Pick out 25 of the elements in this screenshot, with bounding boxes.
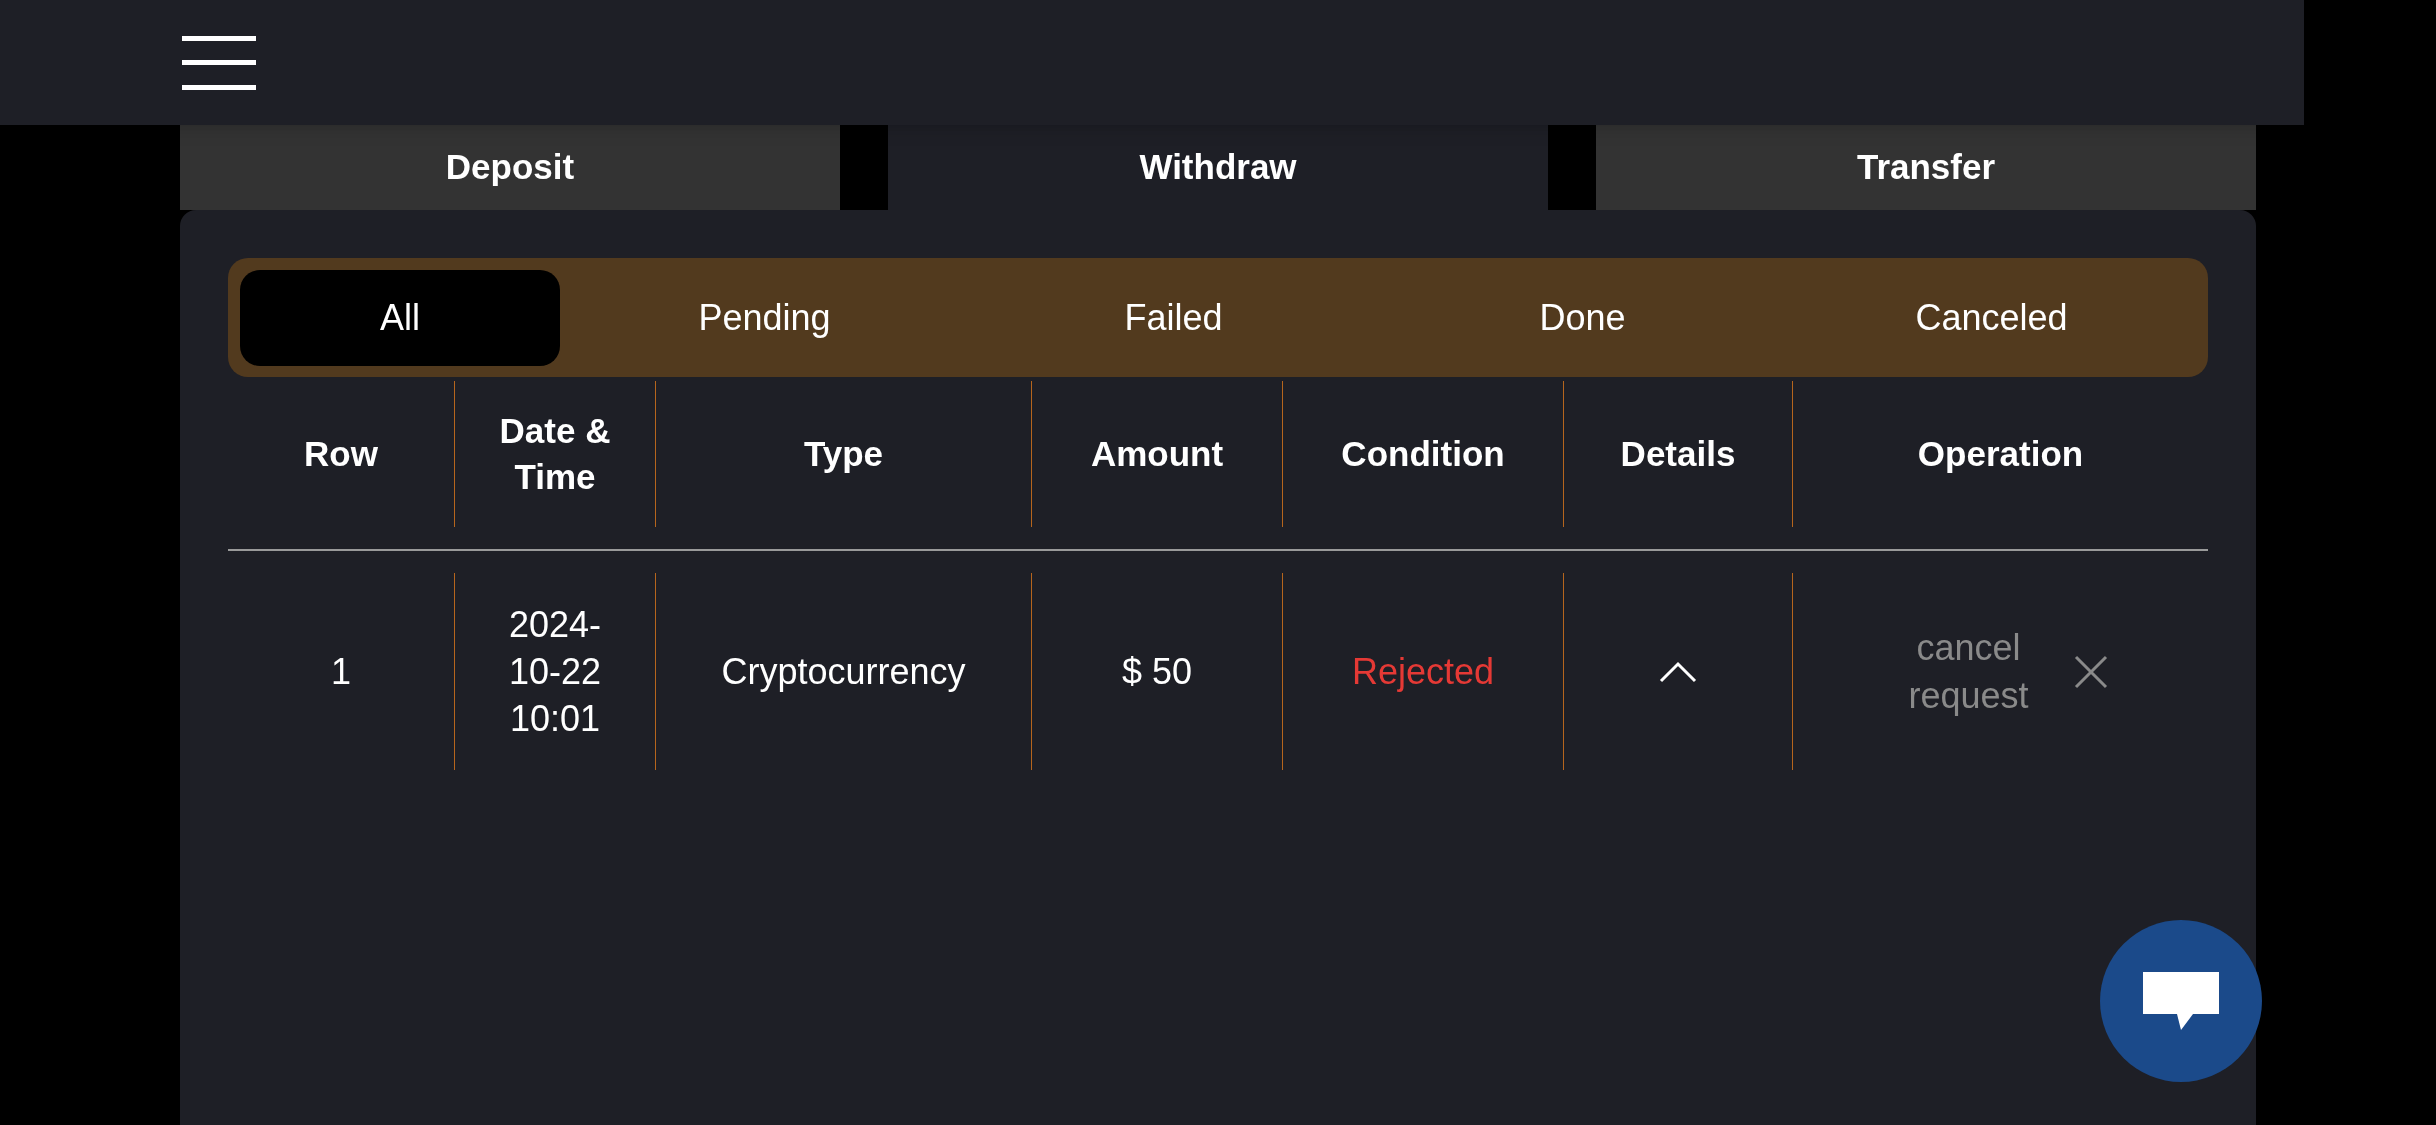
table-cell-text: Cryptocurrency: [721, 649, 966, 694]
chat-icon: [2141, 970, 2221, 1032]
filter-tab[interactable]: Canceled: [1787, 269, 2196, 366]
column-header: Row: [304, 433, 378, 475]
filter-tab[interactable]: Pending: [560, 269, 969, 366]
column-header: Amount: [1090, 433, 1224, 475]
main-tab[interactable]: Transfer: [1596, 125, 2256, 210]
column-header: Date & Time: [498, 410, 612, 498]
filter-tab[interactable]: Failed: [969, 269, 1378, 366]
filter-tab[interactable]: Done: [1378, 269, 1787, 366]
table-cell-text: 1: [331, 649, 351, 694]
table-cell-text: 2024-10-22 10:01: [507, 603, 603, 741]
cancel-request-link[interactable]: cancel request: [1893, 623, 2044, 720]
main-tab[interactable]: Withdraw: [888, 125, 1548, 210]
chevron-up-icon[interactable]: [1659, 660, 1697, 683]
status-text: Rejected: [1351, 649, 1495, 694]
main-tab[interactable]: Deposit: [180, 125, 840, 210]
column-header: Condition: [1341, 433, 1505, 475]
table-cell-text: $ 50: [1121, 649, 1193, 694]
column-header: Details: [1620, 433, 1736, 475]
filter-tab[interactable]: All: [240, 269, 560, 366]
column-header: Type: [803, 433, 884, 475]
close-icon[interactable]: [2073, 654, 2108, 689]
column-header: Operation: [1917, 433, 2084, 475]
menu-icon[interactable]: [182, 35, 256, 90]
